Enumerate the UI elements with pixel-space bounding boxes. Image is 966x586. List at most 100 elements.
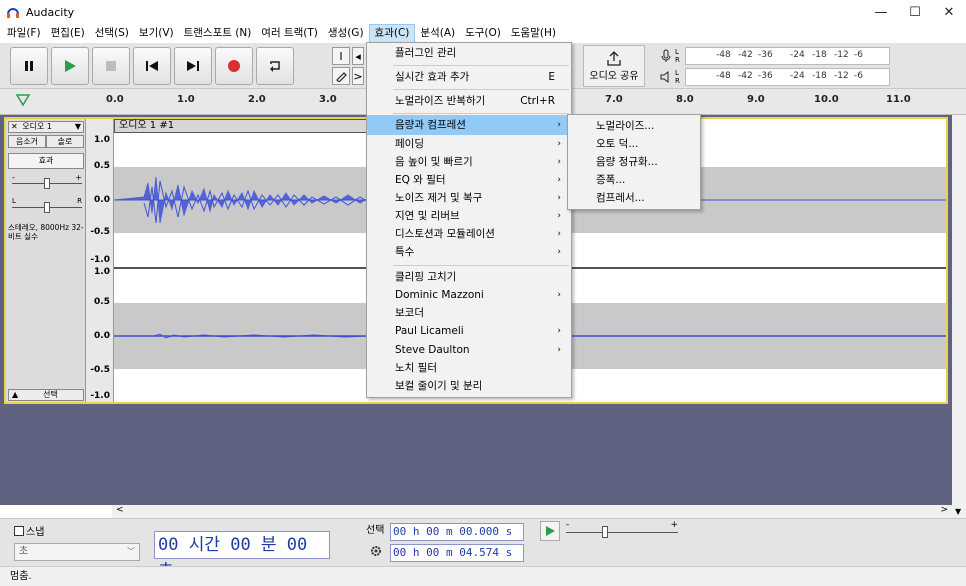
snap-unit-select[interactable]: 초 ﹀ bbox=[14, 543, 140, 561]
skip-start-button[interactable] bbox=[133, 47, 171, 85]
stop-button[interactable] bbox=[92, 47, 130, 85]
menu-item-notch-filter[interactable]: 노치 필터 bbox=[367, 358, 571, 378]
menu-select[interactable]: 선택(S) bbox=[90, 24, 134, 43]
menu-item-vocal-reduction[interactable]: 보컬 줄이기 및 분리 bbox=[367, 376, 571, 396]
gear-icon[interactable] bbox=[370, 545, 382, 557]
meter-tick: -36 bbox=[758, 71, 773, 81]
audacity-logo-icon bbox=[7, 8, 19, 18]
draw-tool-button[interactable] bbox=[332, 67, 350, 85]
submenu-item-amplify[interactable]: 증폭... bbox=[568, 170, 700, 190]
menu-item-delay-reverb[interactable]: 지연 및 리버브 › bbox=[367, 206, 571, 226]
submenu-item-loudness-normalization[interactable]: 음량 정규화... bbox=[568, 152, 700, 172]
mute-button[interactable]: 음소거 bbox=[8, 135, 46, 148]
menu-item-distortion-modulation[interactable]: 디스토션과 모듈레이션 › bbox=[367, 224, 571, 244]
menu-item-pitch-tempo[interactable]: 음 높이 및 빠르기 › bbox=[367, 152, 571, 172]
menu-item-vocoder[interactable]: 보코더 bbox=[367, 303, 571, 323]
playback-meter-scale[interactable]: -48 -42 -36 -24 -18 -12 -6 bbox=[685, 68, 890, 86]
submenu-item-compressor[interactable]: 컴프레서... bbox=[568, 188, 700, 208]
window-title: Audacity bbox=[26, 5, 75, 19]
menu-item-plugin-manager[interactable]: 플러그인 관리 bbox=[367, 43, 571, 63]
close-track-icon[interactable]: ✕ bbox=[9, 122, 20, 131]
close-button[interactable]: ✕ bbox=[932, 0, 966, 24]
meter-left-label: L bbox=[675, 69, 679, 77]
share-icon bbox=[607, 51, 621, 66]
chevron-right-icon: › bbox=[557, 139, 561, 149]
pan-slider-thumb[interactable] bbox=[44, 202, 50, 213]
menu-item-volume-compression[interactable]: 음량과 컴프레션 › bbox=[367, 115, 571, 135]
track-name-menu[interactable]: ✕ 오디오 1 ▼ bbox=[8, 121, 84, 133]
skip-end-button[interactable] bbox=[174, 47, 212, 85]
menu-edit[interactable]: 편집(E) bbox=[46, 24, 90, 43]
play-button[interactable] bbox=[51, 47, 89, 85]
time-display[interactable]: 00 시간 00 분 00 초 bbox=[154, 531, 330, 581]
record-button[interactable] bbox=[215, 47, 253, 85]
maximize-button[interactable]: ☐ bbox=[898, 0, 932, 24]
menu-item-eq-filters[interactable]: EQ 와 필터 › bbox=[367, 170, 571, 190]
snap-checkbox[interactable]: 스냅 bbox=[14, 523, 44, 538]
speed-slider-thumb[interactable] bbox=[602, 526, 608, 538]
loop-button[interactable] bbox=[256, 47, 294, 85]
menu-item-repeat-normalize[interactable]: 노멀라이즈 반복하기 Ctrl+R bbox=[367, 91, 571, 111]
checkbox-icon[interactable] bbox=[14, 525, 24, 536]
meter-tick: -6 bbox=[854, 71, 863, 81]
play-at-speed-button[interactable] bbox=[540, 521, 560, 541]
vertical-scrollbar[interactable]: ▼ bbox=[952, 115, 966, 518]
envelope-tool-button[interactable]: ◂ bbox=[352, 47, 364, 65]
speaker-icon bbox=[660, 71, 669, 83]
menu-item-paul-licameli[interactable]: Paul Licameli › bbox=[367, 321, 571, 341]
menu-item-fading[interactable]: 페이딩 › bbox=[367, 134, 571, 154]
vertical-ruler[interactable]: 1.0 0.5 0.0 -0.5 -1.0 1.0 0.5 0.0 -0.5 -… bbox=[86, 119, 114, 402]
selection-end-time[interactable]: 00 h 00 m 04.574 s bbox=[390, 544, 524, 562]
scroll-down-icon[interactable]: ▼ bbox=[955, 507, 961, 516]
menu-transport[interactable]: 트랜스포트 (N) bbox=[179, 24, 257, 43]
ruler-tick: 9.0 bbox=[747, 94, 765, 105]
record-meter[interactable]: LR -48 -42 -36 -24 -18 -12 -6 bbox=[660, 46, 890, 66]
track-name: 오디오 1 bbox=[22, 122, 52, 131]
share-audio-button[interactable]: 오디오 공유 bbox=[583, 45, 645, 87]
submenu-item-auto-duck[interactable]: 오토 덕... bbox=[568, 134, 700, 154]
speed-minus-label: - bbox=[566, 520, 570, 530]
meter-tick: -48 bbox=[716, 71, 731, 81]
submenu-item-normalize[interactable]: 노멀라이즈... bbox=[568, 116, 700, 136]
playback-meter[interactable]: LR -48 -42 -36 -24 -18 -12 -6 bbox=[660, 67, 890, 87]
menu-effect[interactable]: 효과(C) bbox=[368, 24, 416, 43]
gain-slider[interactable]: - + bbox=[12, 173, 82, 191]
track-select-button[interactable]: ▲ 선택 bbox=[8, 389, 84, 401]
chevron-down-icon: ﹀ bbox=[127, 547, 135, 556]
collapse-icon[interactable]: ▲ bbox=[9, 390, 21, 399]
meter-tick: -12 bbox=[834, 50, 849, 60]
menu-tracks[interactable]: 여러 트랙(T) bbox=[256, 24, 323, 43]
volume-compression-submenu: 노멀라이즈... 오토 덕... 음량 정규화... 증폭... 컴프레서... bbox=[567, 114, 701, 210]
menu-help[interactable]: 도움말(H) bbox=[506, 24, 561, 43]
play-head-icon[interactable] bbox=[16, 93, 30, 107]
clip-title-bar[interactable]: 오디오 1 #1 bbox=[114, 119, 370, 133]
multi-tool-button[interactable]: > bbox=[352, 67, 364, 85]
playback-speed-slider[interactable]: - + bbox=[566, 520, 682, 541]
menu-tools[interactable]: 도구(O) bbox=[460, 24, 506, 43]
menu-item-clip-fix[interactable]: 클리핑 고치기 bbox=[367, 267, 571, 287]
menu-file[interactable]: 파일(F) bbox=[2, 24, 46, 43]
pan-slider[interactable]: L R bbox=[12, 197, 82, 215]
minimize-button[interactable]: — bbox=[864, 0, 898, 24]
chevron-right-icon: › bbox=[557, 247, 561, 257]
solo-button[interactable]: 솔로 bbox=[46, 135, 84, 148]
menu-view[interactable]: 보기(V) bbox=[134, 24, 179, 43]
effects-button[interactable]: 효과 bbox=[8, 153, 84, 169]
menu-generate[interactable]: 생성(G) bbox=[323, 24, 369, 43]
pause-button[interactable] bbox=[10, 47, 48, 85]
scroll-right-icon[interactable]: > bbox=[940, 505, 948, 515]
menu-analyze[interactable]: 분석(A) bbox=[415, 24, 460, 43]
gain-slider-thumb[interactable] bbox=[44, 178, 50, 189]
menu-item-noise-removal[interactable]: 노이즈 제거 및 복구 › bbox=[367, 188, 571, 208]
meter-tick: -48 bbox=[716, 50, 731, 60]
menu-item-special[interactable]: 특수 › bbox=[367, 242, 571, 262]
menu-bar: 파일(F) 편집(E) 선택(S) 보기(V) 트랜스포트 (N) 여러 트랙(… bbox=[0, 24, 966, 43]
selection-tool-button[interactable]: I bbox=[332, 47, 350, 65]
menu-item-steve-daulton[interactable]: Steve Daulton › bbox=[367, 340, 571, 360]
horizontal-scrollbar[interactable]: < > bbox=[112, 505, 952, 518]
selection-start-time[interactable]: 00 h 00 m 00.000 s bbox=[390, 523, 524, 541]
menu-item-dominic-mazzoni[interactable]: Dominic Mazzoni › bbox=[367, 285, 571, 305]
menu-item-add-realtime-effect[interactable]: 실시간 효과 추가 E bbox=[367, 67, 571, 87]
scroll-left-icon[interactable]: < bbox=[116, 505, 124, 515]
record-meter-scale[interactable]: -48 -42 -36 -24 -18 -12 -6 bbox=[685, 47, 890, 65]
